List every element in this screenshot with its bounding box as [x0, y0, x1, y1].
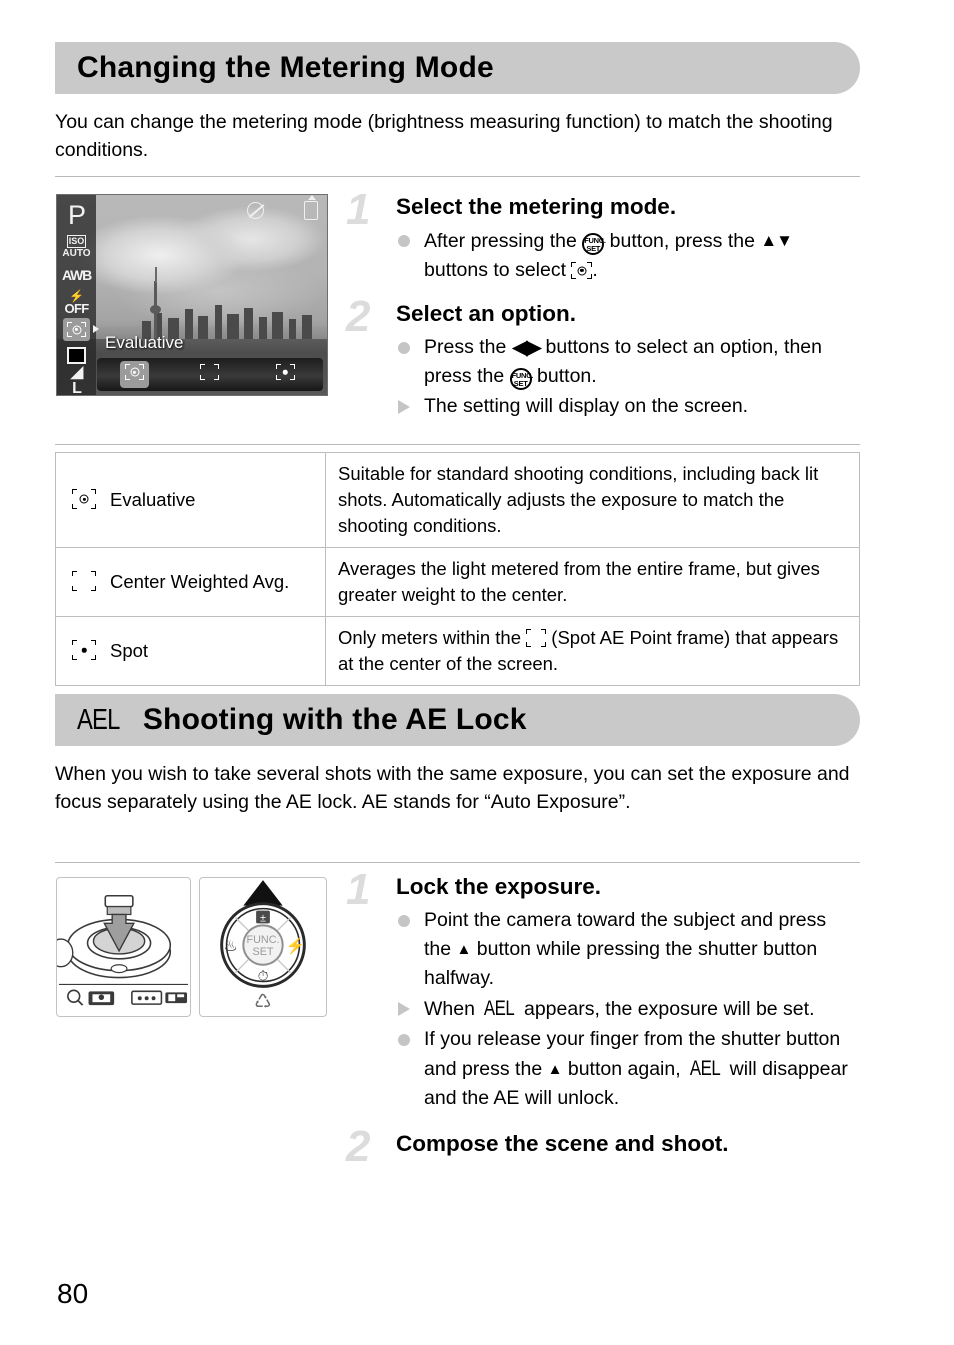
up-button-icon: ▲ — [547, 1061, 563, 1078]
page-number: 80 — [57, 1278, 89, 1309]
table-cell-desc-evaluative: Suitable for standard shooting condition… — [325, 452, 860, 548]
func-set-icon: FUNC. SET — [509, 367, 533, 390]
step-1-bullet-1: After pressing the FUNC. SET button, pres… — [396, 226, 858, 285]
control-dial-diagram: FUNC. SET ± ♨ ⚡ ⏱ ♺ — [199, 877, 327, 1017]
metering-steps: 1 Select the metering mode. After pressi… — [346, 188, 858, 422]
lcd-selection-arrow-icon — [93, 325, 99, 333]
up-down-buttons-icon: ▲▼ — [760, 231, 793, 250]
ael-icon: AEL — [77, 703, 120, 736]
orientation-icon — [304, 195, 318, 220]
metering-modes-table: Evaluative Suitable for standard shootin… — [55, 452, 860, 686]
step-2-bullets: Press the ◀▶ buttons to select an option… — [346, 333, 858, 421]
bullet-dot-icon — [398, 915, 410, 927]
lcd-metering-selected — [63, 318, 99, 341]
step-1-number: 1 — [346, 185, 371, 234]
shutter-button-diagram — [48, 877, 191, 1017]
svg-text:SET: SET — [252, 946, 273, 958]
svg-text:±: ± — [260, 912, 266, 924]
lcd-tower — [150, 267, 162, 339]
step-1-number: 1 — [346, 865, 371, 914]
step-1-ae-lock: 1 Lock the exposure. Point the camera to… — [346, 868, 858, 1113]
func-set-icon: FUNC. SET — [582, 232, 606, 255]
table-row: Center Weighted Avg. Averages the light … — [55, 547, 860, 617]
center-weighted-frame-icon — [72, 571, 96, 591]
camera-lcd-screenshot: P ISO AUTO AWB ⚡ OFF ◢ L Evaluative — [56, 194, 328, 396]
step-2-bullet-2: The setting will display on the screen. — [396, 392, 858, 421]
lcd-option-center-weighted[interactable] — [195, 361, 224, 388]
step-2-bullet-1: Press the ◀▶ buttons to select an option… — [396, 333, 858, 391]
shutter-button-svg — [48, 894, 189, 1006]
ael-icon: AEL — [689, 1057, 721, 1080]
up-button-icon: ▲ — [456, 941, 472, 958]
flash-off-icon — [247, 202, 264, 219]
bullet-dot-icon — [398, 235, 410, 247]
svg-text:FUNC.: FUNC. — [246, 934, 279, 946]
table-cell-mode-center-weighted: Center Weighted Avg. — [55, 547, 326, 617]
spot-frame-icon — [72, 640, 96, 660]
section-heading-ae-lock: AEL Shooting with the AE Lock — [55, 694, 860, 746]
lcd-drive-mode — [67, 347, 86, 364]
step-2-number: 2 — [346, 1122, 371, 1171]
step-2-title: Compose the scene and shoot. — [396, 1131, 729, 1156]
control-dial-svg: FUNC. SET ± ♨ ⚡ ⏱ ♺ — [220, 880, 306, 1013]
lcd-skyline — [138, 291, 327, 339]
lcd-option-bar — [97, 358, 323, 391]
step-1-metering: 1 Select the metering mode. After pressi… — [346, 188, 858, 285]
section-heading-metering: Changing the Metering Mode — [55, 42, 860, 94]
step-2-title: Select an option. — [396, 301, 577, 326]
lcd-iso-setting: ISO AUTO — [62, 235, 91, 259]
empty-frame-icon — [526, 629, 547, 647]
lcd-image-quality: ◢ L — [70, 364, 83, 396]
manual-page: Changing the Metering Mode You can chang… — [0, 0, 954, 1345]
ae-lock-steps: 1 Lock the exposure. Point the camera to… — [346, 868, 858, 1169]
bullet-dot-icon — [398, 342, 410, 354]
section-intro-ae-lock: When you wish to take several shots with… — [55, 763, 850, 813]
evaluative-frame-icon — [571, 262, 593, 279]
lcd-option-evaluative[interactable] — [120, 361, 150, 388]
evaluative-frame-icon — [72, 489, 96, 509]
svg-text:⚡: ⚡ — [286, 936, 306, 955]
table-row: Spot Only meters within the (Spot AE Poi… — [55, 616, 860, 686]
step-1-bullet-2: When AEL appears, the exposure will be s… — [396, 994, 858, 1024]
step-2-metering: 2 Select an option. Press the ◀▶ buttons… — [346, 295, 858, 421]
step-2-ae-lock: 2 Compose the scene and shoot. — [346, 1125, 858, 1169]
step-1-bullets: After pressing the FUNC. SET button, pres… — [346, 226, 858, 285]
step-1-bullet-1: Point the camera toward the subject and … — [396, 906, 858, 993]
bullet-dot-icon — [398, 1034, 410, 1046]
ael-icon: AEL — [484, 997, 515, 1020]
svg-text:♨: ♨ — [223, 938, 237, 955]
result-triangle-icon — [398, 400, 410, 414]
section-intro-metering: You can change the metering mode (bright… — [55, 111, 833, 161]
table-cell-mode-evaluative: Evaluative — [55, 452, 326, 548]
step-1-title: Select the metering mode. — [396, 194, 677, 219]
left-right-buttons-icon: ◀▶ — [511, 336, 542, 359]
step-1-bullet-3: If you release your finger from the shut… — [396, 1025, 858, 1113]
section-heading-metering-title: Changing the Metering Mode — [77, 51, 494, 84]
lcd-white-balance: AWB — [61, 267, 92, 283]
section-heading-ae-lock-title: Shooting with the AE Lock — [142, 703, 527, 736]
lcd-option-spot[interactable] — [271, 361, 300, 388]
svg-text:♺: ♺ — [254, 991, 272, 1013]
lcd-setting-name: Evaluative — [105, 333, 184, 352]
result-triangle-icon — [398, 1002, 410, 1016]
svg-text:⏱: ⏱ — [258, 968, 269, 983]
lcd-func-menu-column: P ISO AUTO AWB ⚡ OFF ◢ L — [57, 195, 99, 396]
divider-top — [55, 176, 860, 177]
lcd-status-icons — [247, 195, 318, 220]
divider-above-table — [55, 444, 860, 445]
lcd-shooting-mode: P — [67, 199, 86, 230]
step-1-title: Lock the exposure. — [396, 874, 602, 899]
table-cell-mode-spot: Spot — [55, 616, 326, 686]
lcd-flash-setting: ⚡ OFF — [64, 288, 90, 316]
divider-above-ae-steps — [55, 862, 860, 863]
table-cell-desc-center-weighted: Averages the light metered from the enti… — [325, 547, 860, 617]
step-1-bullets: Point the camera toward the subject and … — [346, 906, 858, 1113]
table-row: Evaluative Suitable for standard shootin… — [55, 452, 860, 548]
table-cell-desc-spot: Only meters within the (Spot AE Point fr… — [325, 616, 860, 686]
step-2-number: 2 — [346, 292, 371, 341]
